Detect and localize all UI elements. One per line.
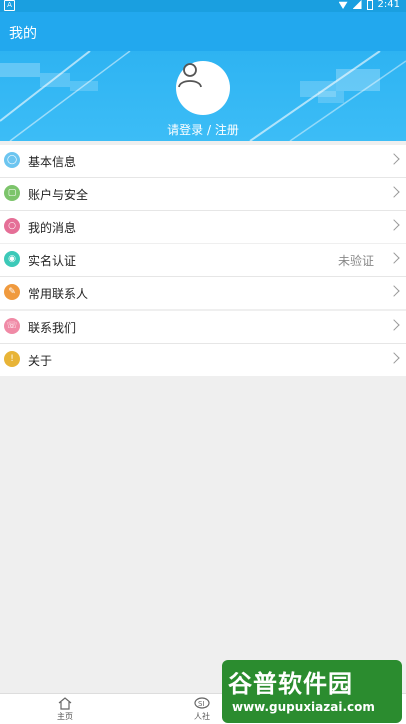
battery-icon — [366, 0, 373, 10]
chevron-right-icon — [388, 252, 400, 264]
social-security-icon: SI — [194, 697, 210, 709]
menu-item[interactable]: ! 关于 — [0, 344, 406, 376]
id-card-icon: ◉ — [4, 251, 20, 267]
chevron-right-icon — [388, 186, 400, 198]
avatar[interactable] — [176, 61, 230, 115]
chevron-right-icon — [388, 285, 400, 297]
svg-text:SI: SI — [198, 700, 205, 708]
profile-banner: 请登录 / 注册 — [0, 51, 406, 141]
login-register-link[interactable]: 请登录 / 注册 — [0, 121, 406, 138]
menu-item-label: 实名认证 — [28, 254, 77, 268]
menu-item-label: 联系我们 — [28, 321, 77, 335]
menu-item[interactable]: ✎ 常用联系人 — [0, 277, 406, 309]
tab-social-security[interactable]: SI 人社 — [182, 696, 222, 722]
menu-item[interactable]: ◯ 基本信息 — [0, 145, 406, 178]
menu-item-label: 账户与安全 — [28, 188, 89, 202]
app-header: 我的 — [0, 12, 406, 51]
menu-group-about: ☏ 联系我们! 关于 — [0, 311, 406, 376]
menu-item-label: 常用联系人 — [28, 287, 89, 301]
phone-icon: ☏ — [4, 318, 20, 334]
menu-item-value: 未验证 — [337, 254, 374, 268]
person-icon: ◯ — [4, 152, 20, 168]
notification-icon: A — [4, 0, 15, 11]
menu-item-label: 基本信息 — [28, 155, 77, 169]
watermark-url: www.gupuxiazai.com — [232, 700, 375, 714]
lock-icon: ▢ — [4, 185, 20, 201]
user-avatar-icon — [178, 63, 202, 88]
menu-item-label: 关于 — [28, 354, 53, 368]
signal-icon — [352, 0, 362, 9]
menu-item[interactable]: ○ 我的消息 — [0, 211, 406, 243]
menu-item[interactable]: ☏ 联系我们 — [0, 311, 406, 344]
watermark-logo: 谷普软件园 www.gupuxiazai.com — [222, 660, 402, 723]
chevron-right-icon — [388, 352, 400, 364]
menu-group-account: ◯ 基本信息 ▢ 账户与安全 ○ 我的消息 — [0, 145, 406, 243]
menu-item-label: 我的消息 — [28, 221, 77, 235]
message-icon: ○ — [4, 218, 20, 234]
chevron-right-icon — [388, 219, 400, 231]
wifi-icon — [338, 1, 348, 9]
chevron-right-icon — [388, 319, 400, 331]
watermark-title: 谷普软件园 — [228, 670, 353, 698]
menu-item[interactable]: ▢ 账户与安全 — [0, 178, 406, 211]
tab-home-label: 主页 — [57, 712, 73, 721]
contacts-icon: ✎ — [4, 284, 20, 300]
status-bar: A 2:41 — [0, 0, 406, 12]
home-icon — [58, 697, 72, 710]
page-title: 我的 — [9, 26, 37, 42]
tab-social-security-label: 人社 — [194, 712, 210, 721]
info-icon: ! — [4, 351, 20, 367]
status-time: 2:41 — [377, 0, 400, 10]
menu-item[interactable]: ◉ 实名认证 未验证 — [0, 244, 406, 277]
menu-group-identity: ◉ 实名认证 未验证 ✎ 常用联系人 — [0, 244, 406, 309]
tab-home[interactable]: 主页 — [45, 696, 85, 722]
chevron-right-icon — [388, 153, 400, 165]
